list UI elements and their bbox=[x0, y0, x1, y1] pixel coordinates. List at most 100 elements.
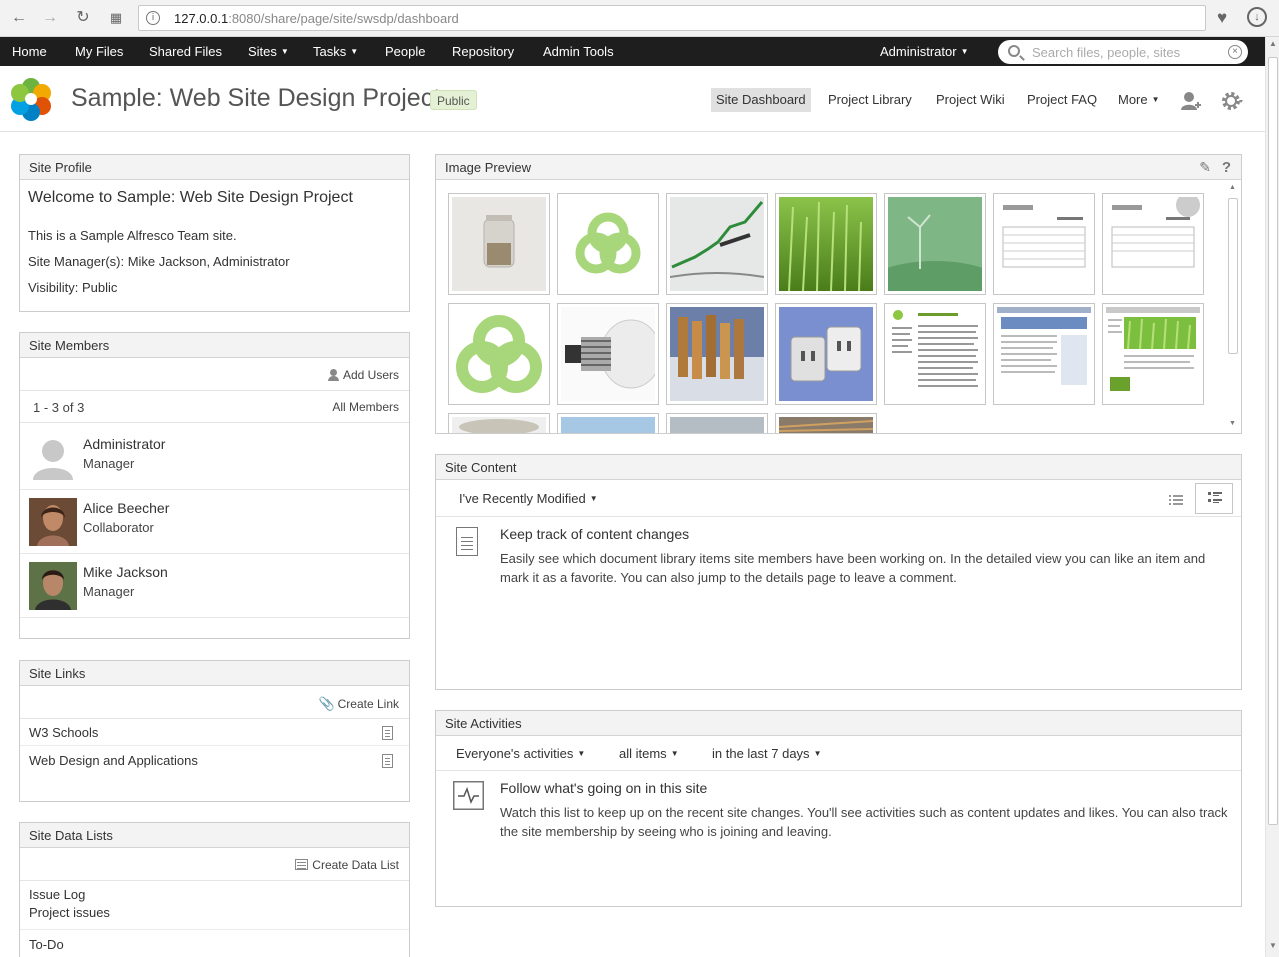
details-icon[interactable] bbox=[382, 726, 393, 740]
add-users-label: Add Users bbox=[342, 368, 399, 382]
image-thumbnail[interactable] bbox=[1102, 193, 1204, 295]
user-menu[interactable]: Administrator ▼ bbox=[880, 37, 969, 66]
image-thumbnail[interactable] bbox=[666, 303, 768, 405]
preview-scrollbar[interactable]: ▲ ▼ bbox=[1227, 184, 1239, 430]
nav-home[interactable]: Home bbox=[12, 37, 47, 66]
scroll-thumb[interactable] bbox=[1268, 57, 1278, 825]
dashlet-title: Site Links bbox=[20, 661, 409, 686]
image-thumbnail[interactable] bbox=[448, 193, 550, 295]
url-text[interactable]: 127.0.0.1:8080/share/page/site/swsdp/das… bbox=[174, 11, 459, 26]
site-nav-wiki[interactable]: Project Wiki bbox=[931, 88, 1010, 112]
avatar[interactable] bbox=[29, 562, 77, 610]
nav-my-files[interactable]: My Files bbox=[75, 37, 123, 66]
dashlet-title: Site Profile bbox=[20, 155, 409, 180]
site-info-icon[interactable]: i bbox=[146, 11, 160, 25]
member-role: Manager bbox=[83, 456, 135, 471]
image-thumbnail[interactable] bbox=[775, 303, 877, 405]
data-list-name[interactable]: To-Do bbox=[29, 937, 64, 952]
list-item: Web Design and Applications bbox=[20, 747, 409, 774]
profile-managers: Site Manager(s): Mike Jackson, Administr… bbox=[28, 254, 290, 269]
content-filter-dropdown[interactable]: I've Recently Modified ▼ bbox=[459, 491, 598, 506]
image-thumbnail[interactable] bbox=[448, 303, 550, 405]
activities-toolbar: Everyone's activities ▼ all items ▼ in the… bbox=[436, 737, 1241, 771]
member-row: Alice Beecher Collaborator bbox=[20, 490, 409, 554]
nav-people[interactable]: People bbox=[385, 37, 425, 66]
image-thumbnail-graphic bbox=[670, 417, 764, 433]
image-thumbnail[interactable] bbox=[775, 193, 877, 295]
avatar[interactable] bbox=[29, 498, 77, 546]
nav-tasks[interactable]: Tasks ▼ bbox=[313, 37, 358, 66]
heart-icon[interactable]: ♥ bbox=[1210, 6, 1234, 30]
site-nav-faq[interactable]: Project FAQ bbox=[1022, 88, 1102, 112]
image-thumbnail[interactable] bbox=[993, 303, 1095, 405]
image-thumbnail[interactable] bbox=[557, 193, 659, 295]
caret-down-icon: ▼ bbox=[350, 47, 359, 56]
activities-when-dropdown[interactable]: in the last 7 days ▼ bbox=[712, 746, 821, 761]
site-nav-dashboard[interactable]: Site Dashboard bbox=[711, 88, 811, 112]
member-name[interactable]: Administrator bbox=[83, 436, 165, 452]
details-icon[interactable] bbox=[382, 754, 393, 768]
nav-repository[interactable]: Repository bbox=[452, 37, 514, 66]
member-name[interactable]: Alice Beecher bbox=[83, 500, 169, 516]
caret-down-icon: ▼ bbox=[577, 749, 586, 758]
member-name[interactable]: Mike Jackson bbox=[83, 564, 168, 580]
site-nav-library[interactable]: Project Library bbox=[823, 88, 917, 112]
activities-what-label: all items bbox=[619, 746, 667, 761]
link-title[interactable]: Web Design and Applications bbox=[29, 753, 198, 768]
search-input[interactable] bbox=[1032, 42, 1222, 62]
search-box: × bbox=[998, 40, 1248, 64]
scroll-up-icon[interactable]: ▲ bbox=[1269, 39, 1277, 48]
page-scrollbar[interactable]: ▲ ▼ bbox=[1265, 37, 1279, 957]
detailed-view-icon[interactable] bbox=[1195, 483, 1233, 514]
help-icon[interactable]: ? bbox=[1222, 155, 1231, 180]
download-icon[interactable]: ↓ bbox=[1247, 7, 1267, 27]
gear-icon[interactable] bbox=[1221, 90, 1243, 112]
image-thumbnail-graphic bbox=[997, 307, 1091, 401]
create-data-list-button[interactable]: Create Data List bbox=[295, 858, 399, 872]
add-users-button[interactable]: Add Users bbox=[327, 368, 399, 382]
alfresco-logo-icon bbox=[11, 78, 51, 121]
default-avatar-icon[interactable] bbox=[29, 434, 77, 482]
edit-icon[interactable]: ✎ bbox=[1199, 155, 1211, 180]
site-nav-more[interactable]: More ▼ bbox=[1113, 88, 1165, 112]
nav-admin-tools[interactable]: Admin Tools bbox=[543, 37, 614, 66]
create-link-button[interactable]: 📎 Create Link bbox=[318, 696, 399, 712]
link-title[interactable]: W3 Schools bbox=[29, 725, 98, 740]
dashlet-title: Image Preview ✎ ? bbox=[436, 155, 1241, 180]
address-bar[interactable]: i 127.0.0.1:8080/share/page/site/swsdp/d… bbox=[138, 5, 1206, 31]
scroll-up-icon[interactable]: ▲ bbox=[1229, 184, 1236, 191]
reload-icon[interactable]: ↻ bbox=[73, 8, 93, 28]
back-arrow-icon[interactable]: ← bbox=[9, 8, 29, 28]
data-list-name[interactable]: Issue Log bbox=[29, 887, 85, 902]
image-thumbnail[interactable] bbox=[884, 303, 986, 405]
dashlet-title: Site Data Lists bbox=[20, 823, 409, 848]
image-thumbnail[interactable] bbox=[448, 413, 550, 433]
apps-grid-icon[interactable]: ▦ bbox=[106, 8, 126, 28]
all-members-link[interactable]: All Members bbox=[332, 400, 399, 414]
nav-shared-files[interactable]: Shared Files bbox=[149, 37, 222, 66]
create-data-list-label: Create Data List bbox=[312, 858, 399, 872]
member-role: Manager bbox=[83, 584, 135, 599]
scroll-down-icon[interactable]: ▼ bbox=[1229, 420, 1236, 427]
scroll-thumb[interactable] bbox=[1228, 198, 1238, 354]
scroll-down-icon[interactable]: ▼ bbox=[1269, 941, 1277, 950]
image-thumbnail[interactable] bbox=[557, 413, 659, 433]
image-thumbnail[interactable] bbox=[865, 193, 1005, 313]
image-thumbnail[interactable] bbox=[666, 193, 768, 295]
image-thumbnail[interactable] bbox=[1102, 303, 1204, 405]
image-thumbnail[interactable] bbox=[775, 413, 877, 433]
activities-empty-title: Follow what's going on in this site bbox=[500, 780, 708, 796]
search-icon[interactable] bbox=[1008, 45, 1020, 57]
image-thumbnail-graphic bbox=[452, 197, 546, 291]
activities-who-dropdown[interactable]: Everyone's activities ▼ bbox=[456, 746, 585, 761]
nav-sites[interactable]: Sites ▼ bbox=[248, 37, 289, 66]
members-toolbar: Add Users bbox=[20, 359, 409, 391]
add-user-icon[interactable] bbox=[1180, 90, 1202, 112]
clear-icon[interactable]: × bbox=[1228, 45, 1242, 59]
image-thumbnail[interactable] bbox=[557, 303, 662, 405]
image-thumbnail[interactable] bbox=[666, 413, 768, 433]
forward-arrow-icon[interactable]: → bbox=[40, 8, 60, 28]
activities-what-dropdown[interactable]: all items ▼ bbox=[619, 746, 679, 761]
simple-view-icon[interactable] bbox=[1156, 487, 1194, 514]
image-thumbnail[interactable] bbox=[993, 193, 1095, 295]
